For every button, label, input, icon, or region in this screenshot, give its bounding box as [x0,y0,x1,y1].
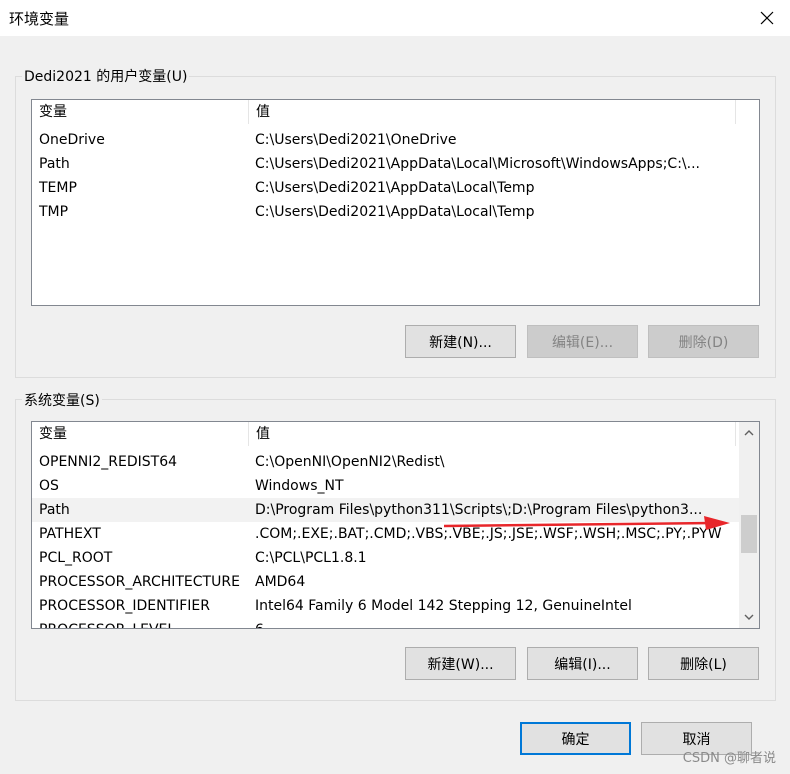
var-value: AMD64 [255,574,306,590]
system-var-row[interactable]: PCL_ROOT C:\PCL\PCL1.8.1 [32,546,739,570]
var-value: 6 [248,618,264,628]
var-value: C:\Users\Dedi2021\AppData\Local\Temp [255,180,535,196]
var-name: Path [39,502,70,518]
var-name: OPENNI2_REDIST64 [39,454,178,470]
var-name: PROCESSOR_LEVEL [32,618,248,628]
scroll-down-button[interactable] [739,608,759,626]
scroll-thumb[interactable] [741,515,757,553]
system-var-row[interactable]: OS Windows_NT [32,474,739,498]
user-var-row[interactable]: OneDrive C:\Users\Dedi2021\OneDrive [32,128,456,152]
user-var-row[interactable]: TEMP C:\Users\Dedi2021\AppData\Local\Tem… [32,176,534,200]
var-value: C:\PCL\PCL1.8.1 [255,550,367,566]
system-vars-list[interactable]: 变量 值 OPENNI2_REDIST64 C:\OpenNI\OpenNI2\… [31,421,760,629]
system-var-row[interactable]: PROCESSOR_LEVEL 6 [32,618,739,628]
user-vars-label: Dedi2021 的用户变量(U) [22,66,190,86]
user-new-button[interactable]: 新建(N)... [405,325,516,358]
col-header-value[interactable]: 值 [249,422,736,446]
title-bar: 环境变量 [0,0,790,36]
annotation-arrow [443,516,730,530]
var-name: PROCESSOR_IDENTIFIER [39,598,210,614]
scroll-up-button[interactable] [739,424,759,442]
user-var-row[interactable]: Path C:\Users\Dedi2021\AppData\Local\Mic… [32,152,700,176]
watermark: CSDN @聊者说 [682,751,776,766]
user-vars-list[interactable]: 变量 值 OneDrive C:\Users\Dedi2021\OneDrive… [31,99,760,306]
user-edit-button[interactable]: 编辑(E)... [527,325,638,358]
system-new-button[interactable]: 新建(W)... [405,647,516,680]
var-name: OS [39,478,59,494]
system-var-row[interactable]: PROCESSOR_ARCHITECTURE AMD64 [32,570,739,594]
var-name: OneDrive [39,132,105,148]
ok-button[interactable]: 确定 [520,722,631,755]
close-icon [760,11,774,25]
col-header-name[interactable]: 变量 [32,422,249,446]
window-title: 环境变量 [9,10,70,28]
close-button[interactable] [744,0,790,36]
var-value: C:\OpenNI\OpenNI2\Redist\ [255,454,445,470]
system-vars-scrollbar[interactable] [739,422,759,628]
var-value: C:\Users\Dedi2021\AppData\Local\Microsof… [255,156,700,172]
var-name: TMP [39,204,69,220]
var-value: C:\Users\Dedi2021\AppData\Local\Temp [255,204,535,220]
user-delete-button[interactable]: 删除(D) [648,325,759,358]
var-name: Path [39,156,70,172]
user-vars-header: 变量 值 [32,100,736,124]
var-name: PCL_ROOT [39,550,113,566]
var-value: C:\Users\Dedi2021\OneDrive [255,132,457,148]
system-delete-button[interactable]: 删除(L) [648,647,759,680]
var-value: Windows_NT [255,478,344,494]
system-edit-button[interactable]: 编辑(I)... [527,647,638,680]
var-name: TEMP [39,180,77,196]
system-vars-label: 系统变量(S) [22,390,102,410]
col-header-name[interactable]: 变量 [32,100,249,124]
chevron-down-icon [744,614,754,620]
var-name: PROCESSOR_ARCHITECTURE [39,574,240,590]
var-name: PATHEXT [39,526,101,542]
system-var-row[interactable]: PROCESSOR_IDENTIFIER Intel64 Family 6 Mo… [32,594,739,618]
user-var-row[interactable]: TMP C:\Users\Dedi2021\AppData\Local\Temp [32,200,534,224]
system-var-row[interactable]: OPENNI2_REDIST64 C:\OpenNI\OpenNI2\Redis… [32,450,739,474]
var-value: Intel64 Family 6 Model 142 Stepping 12, … [255,598,632,614]
system-vars-header: 变量 值 [32,422,736,446]
col-header-value[interactable]: 值 [249,100,736,124]
chevron-up-icon [744,430,754,436]
